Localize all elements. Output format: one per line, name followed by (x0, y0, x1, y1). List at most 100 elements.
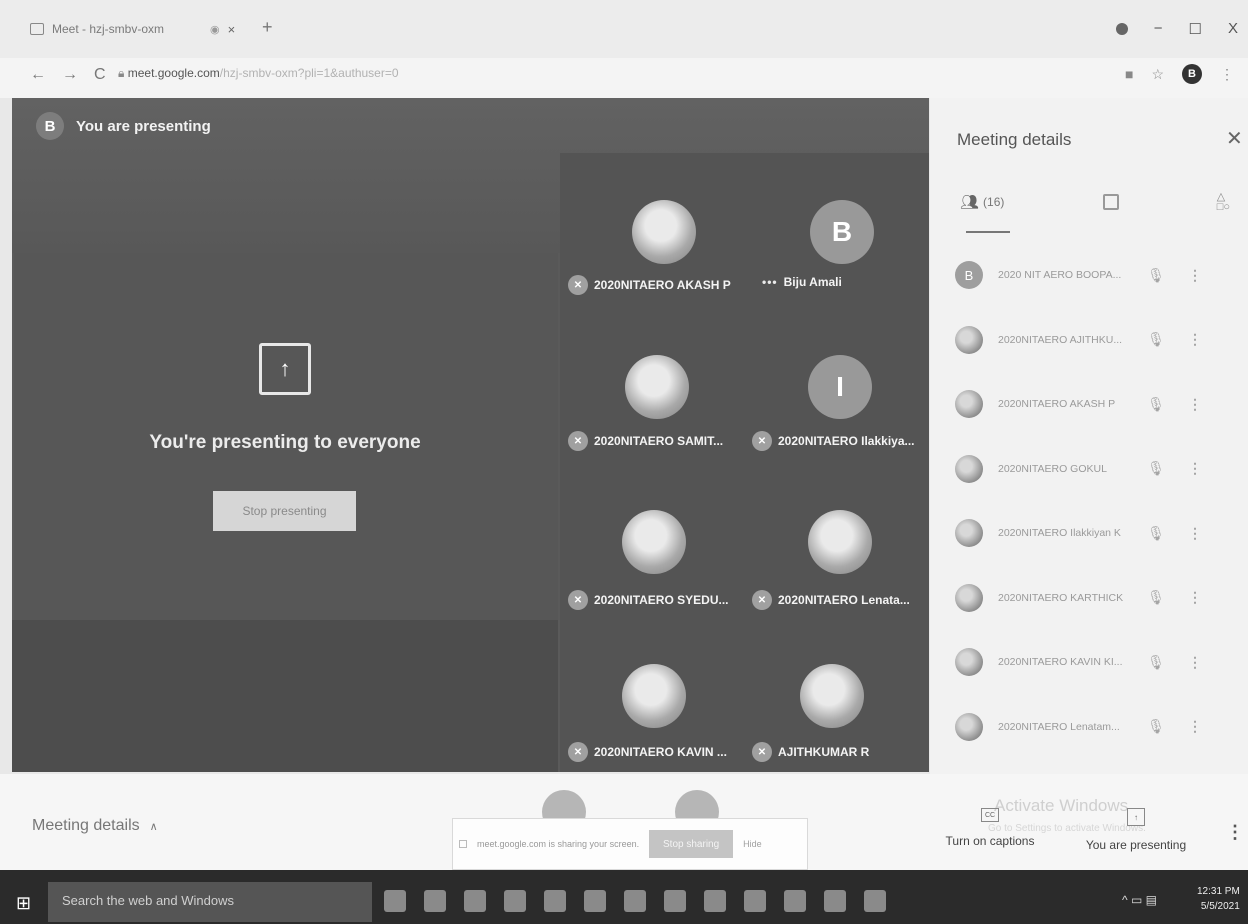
tile-name: AJITHKUMAR R (778, 745, 870, 759)
list-item[interactable]: 2020NITAERO KARTHICK 🎙︎ ⋮ (955, 566, 1225, 631)
taskbar-search[interactable]: Search the web and Windows (48, 882, 372, 922)
nav-buttons: ← → C (30, 66, 106, 84)
panel-close-icon[interactable]: ✕ (1226, 126, 1243, 151)
tile-name: 2020NITAERO Lenata... (778, 593, 910, 607)
media-icon[interactable] (584, 890, 606, 912)
tile-label: ✕ 2020NITAERO Ilakkiya... (752, 431, 915, 451)
excel-icon[interactable] (624, 890, 646, 912)
list-item[interactable]: 2020NITAERO AJITHKU... 🎙︎ ⋮ (955, 308, 1225, 373)
participant-name: 2020NITAERO GOKUL (998, 462, 1107, 475)
tile-label: ✕ 2020NITAERO AKASH P (568, 275, 731, 295)
list-item[interactable]: 2020NITAERO AKASH P 🎙︎ ⋮ (955, 372, 1225, 437)
forward-icon[interactable]: → (62, 66, 78, 84)
meeting-details-toggle[interactable]: Meeting details ∧ (32, 817, 158, 835)
more-options-icon[interactable]: ⋮ (1188, 396, 1202, 413)
stop-sharing-button[interactable]: Stop sharing (649, 830, 734, 858)
window-controls: − ☐ X (1115, 20, 1238, 38)
more-options-icon[interactable]: ⋮ (1188, 718, 1202, 735)
visio-icon[interactable] (784, 890, 806, 912)
meeting-details-label: Meeting details (32, 817, 140, 834)
maximize-button[interactable]: ☐ (1189, 20, 1202, 38)
participant-tile[interactable] (622, 664, 686, 728)
present-screen-icon: ↑ (1127, 808, 1145, 826)
more-options-icon[interactable]: ⋮ (1188, 267, 1202, 284)
chevron-up-icon: ∧ (149, 820, 158, 833)
list-item[interactable]: 2020NITAERO GOKUL 🎙︎ ⋮ (955, 437, 1225, 502)
participant-tile[interactable] (800, 664, 864, 728)
back-icon[interactable]: ← (30, 66, 46, 84)
present-upload-icon: ↑ (259, 343, 311, 395)
url-field[interactable]: 🔒︎ meet.google.com/hzj-smbv-oxm?pli=1&au… (118, 66, 399, 81)
stop-presenting-button[interactable]: Stop presenting (213, 491, 356, 531)
more-options-icon[interactable]: ⋮ (1188, 460, 1202, 477)
captions-button[interactable]: CC Turn on captions (940, 808, 1040, 848)
list-item[interactable]: 2020NITAERO Ilakkiyan K 🎙︎ ⋮ (955, 501, 1225, 566)
system-tray-icons[interactable]: ^ ▭ ▤ (1122, 893, 1157, 907)
taskbar-clock[interactable]: 12:31 PM 5/5/2021 (1197, 884, 1240, 914)
close-window-button[interactable]: X (1228, 20, 1238, 38)
camera-icon[interactable]: ■ (1125, 66, 1133, 82)
participant-avatar: B (955, 261, 983, 290)
captions-icon: CC (981, 808, 999, 822)
edge-icon[interactable] (464, 890, 486, 912)
profile-avatar[interactable]: B (1182, 64, 1202, 84)
screen-share-notice: meet.google.com is sharing your screen. … (452, 818, 808, 870)
mic-off-icon: 🎙︎ (1147, 653, 1165, 670)
more-options-icon[interactable]: ⋮ (1188, 331, 1202, 348)
browser-menu-icon[interactable]: ⋮ (1220, 66, 1234, 83)
tile-label: ✕ 2020NITAERO KAVIN ... (568, 742, 727, 762)
word-icon[interactable] (704, 890, 726, 912)
mic-off-icon: 🎙︎ (1147, 331, 1165, 348)
star-icon[interactable]: ☆ (1151, 66, 1164, 83)
more-options-icon[interactable]: ⋮ (1226, 822, 1244, 843)
mic-off-icon: 🎙︎ (1147, 266, 1165, 283)
participant-tile[interactable] (625, 355, 689, 419)
presenter-chip: B You are presenting (36, 112, 211, 140)
new-tab-button[interactable]: + (262, 17, 273, 38)
more-options-icon[interactable]: ⋮ (1188, 589, 1202, 606)
participant-name: 2020NITAERO AKASH P (998, 398, 1116, 411)
browser-tab[interactable]: Meet - hzj-smbv-oxm ◉ × (30, 18, 250, 40)
more-options-icon[interactable]: ⋮ (1188, 525, 1202, 542)
mic-off-icon: ✕ (752, 431, 772, 451)
minimize-button[interactable]: − (1154, 20, 1163, 38)
panel-title: Meeting details (957, 130, 1072, 149)
participant-name: 2020NITAERO Ilakkiyan K (998, 527, 1121, 540)
tile-name: 2020NITAERO KAVIN ... (594, 745, 727, 759)
tile-label: ✕ 2020NITAERO SAMIT... (568, 431, 723, 451)
tab-chat-icon[interactable] (1102, 194, 1119, 210)
participant-tile[interactable] (632, 200, 696, 264)
tab-activities-icon[interactable]: △ □○ (1217, 192, 1230, 213)
publisher-icon[interactable] (744, 890, 766, 912)
participant-tile[interactable] (808, 510, 872, 574)
record-indicator-icon (1115, 23, 1128, 35)
active-tab-indicator (966, 231, 1010, 233)
hide-notice-link[interactable]: Hide (743, 839, 762, 849)
explorer-icon[interactable] (504, 890, 526, 912)
reload-icon[interactable]: C (94, 66, 106, 84)
tab-people[interactable]: 👥︎ (16) (960, 193, 1004, 211)
list-item[interactable]: 2020NITAERO KAVIN KI... 🎙︎ ⋮ (955, 630, 1225, 695)
chrome-icon[interactable] (824, 890, 846, 912)
presenter-label: You are presenting (76, 117, 211, 135)
tab-close-icon[interactable]: × (228, 22, 236, 37)
task-view-icon[interactable] (384, 890, 406, 912)
tile-name: Biju Amali (783, 275, 842, 289)
mic-off-icon: ✕ (752, 742, 772, 762)
powerpoint-icon[interactable] (664, 890, 686, 912)
more-options-icon[interactable]: ⋮ (1188, 654, 1202, 671)
participant-tile[interactable]: B (810, 200, 874, 264)
windows-start-icon[interactable]: ⊞ (16, 893, 31, 914)
acrobat-icon[interactable] (864, 890, 886, 912)
participant-tile[interactable]: I (808, 355, 872, 419)
panel-tabs: 👥︎ (16) △ □○ (960, 192, 1230, 213)
present-now-button[interactable]: ↑ You are presenting (1082, 808, 1190, 852)
participant-avatar (955, 712, 983, 741)
participant-tile[interactable] (622, 510, 686, 574)
list-item[interactable]: 2020NITAERO Lenatam... 🎙︎ ⋮ (955, 695, 1225, 760)
store-icon[interactable] (544, 890, 566, 912)
tile-label: ••• Biju Amali (762, 275, 842, 289)
list-item[interactable]: B 2020 NIT AERO BOOPA... 🎙︎ ⋮ (955, 243, 1225, 308)
outlook-icon[interactable] (424, 890, 446, 912)
tile-name: 2020NITAERO AKASH P (594, 278, 731, 292)
